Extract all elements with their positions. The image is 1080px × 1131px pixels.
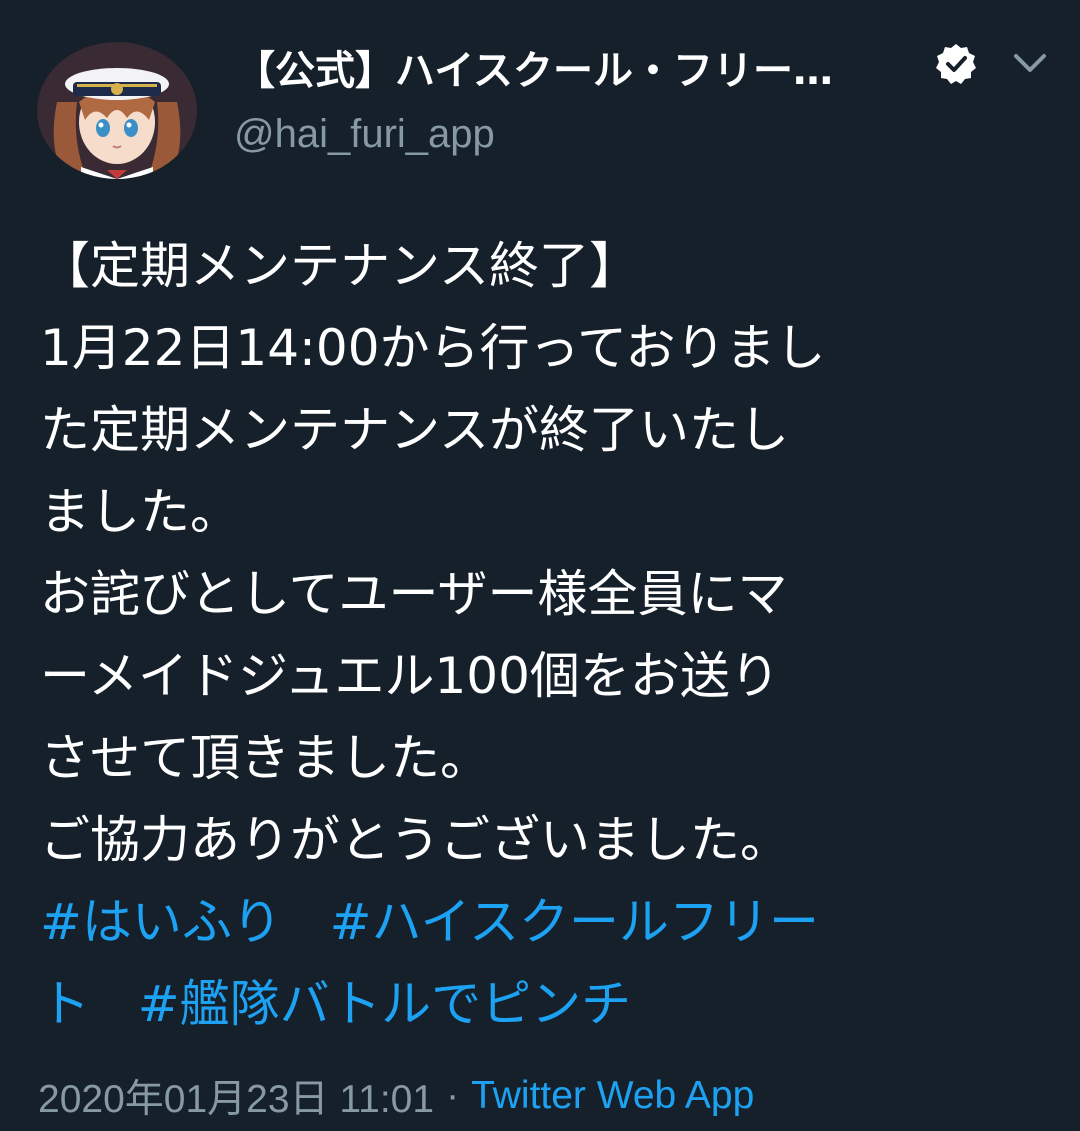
tweet-timestamp[interactable]: 2020年01月23日 11:01 xyxy=(38,1068,434,1124)
tweet-line: 1月22日14:00から行っておりまし xyxy=(40,319,826,377)
tweet-line: ご協力ありがとうございました。 xyxy=(40,811,790,869)
tweet-line: 【定期メンテナンス終了】 xyxy=(40,237,639,295)
meta-separator: · xyxy=(446,1074,460,1117)
hashtag-link-haifuri[interactable]: #はいふり xyxy=(40,893,282,951)
hashtag-line: #はいふり #ハイスクールフリー xyxy=(40,881,1050,963)
tweet-line: お詫びとしてユーザー様全員にマ xyxy=(40,565,788,623)
tweet-meta: 2020年01月23日 11:01 · Twitter Web App xyxy=(38,1068,754,1124)
verified-badge-icon xyxy=(936,44,976,84)
author-handle[interactable]: @hai_furi_app xyxy=(234,112,495,157)
avatar-anime-captain-icon xyxy=(37,42,197,179)
hashtag-link-highschool-fleet[interactable]: #ハイスクールフリー xyxy=(330,893,819,951)
tweet-line: させて頂きました。 xyxy=(40,729,490,787)
hashtag-line: ト #艦隊バトルでピンチ xyxy=(40,963,1050,1045)
author-display-name[interactable]: 【公式】ハイスクール・フリー… xyxy=(235,38,833,96)
tweet-line: ました。 xyxy=(40,483,240,541)
tweet-card: 【公式】ハイスクール・フリー… @hai_furi_app 【定期メンテナンス終… xyxy=(0,0,1080,1131)
tweet-source-link[interactable]: Twitter Web App xyxy=(471,1074,754,1118)
hashtag-link-fleet-battle[interactable]: #艦隊バトルでピンチ xyxy=(138,975,631,1033)
hashtag-link-highschool-fleet-continued[interactable]: ト xyxy=(40,975,90,1033)
author-name-row[interactable]: 【公式】ハイスクール・フリー… xyxy=(235,38,833,96)
tweet-line: た定期メンテナンスが終了いたし xyxy=(40,401,789,459)
tweet-line: ーメイドジュエル100個をお送り xyxy=(40,647,780,705)
tweet-text: 【定期メンテナンス終了】 1月22日14:00から行っておりまし た定期メンテナ… xyxy=(40,225,1050,1045)
chevron-down-icon[interactable] xyxy=(1010,48,1050,78)
avatar[interactable] xyxy=(37,42,197,179)
